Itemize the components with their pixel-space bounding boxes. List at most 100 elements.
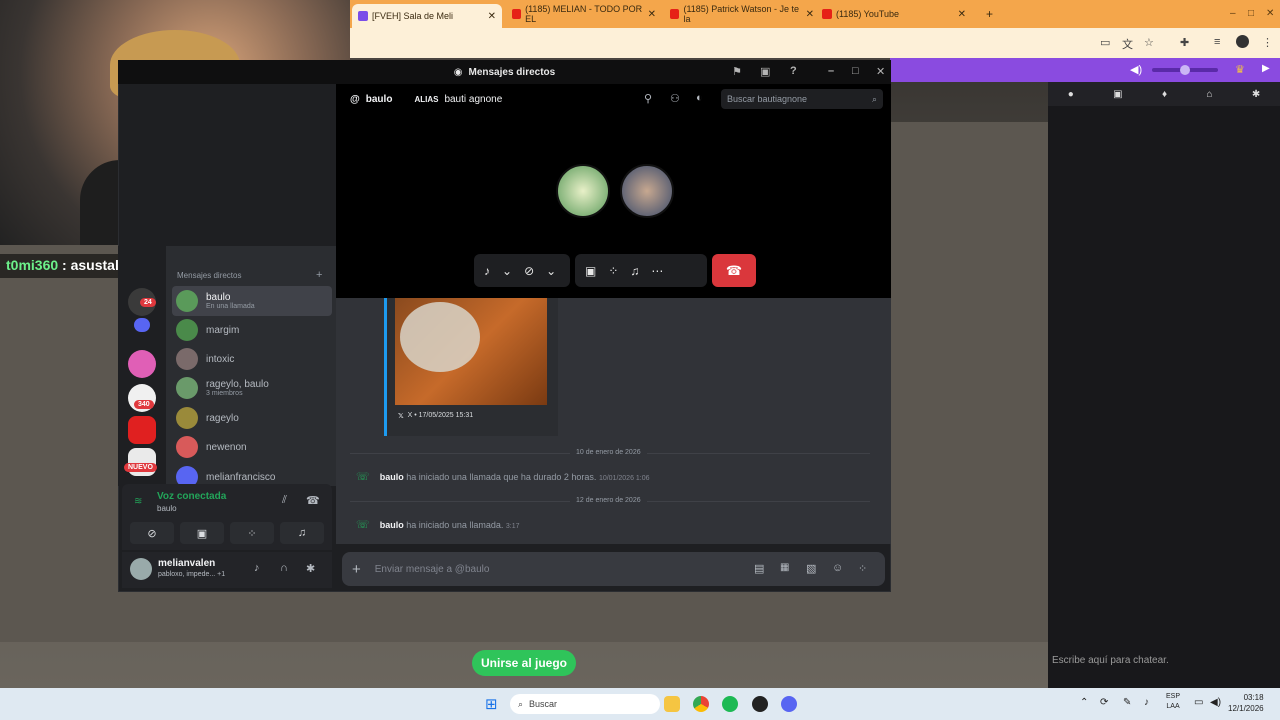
- activities-icon[interactable]: ⁘: [608, 264, 618, 278]
- gif-icon[interactable]: ▦: [780, 562, 789, 573]
- search-icon: ⌕: [518, 698, 524, 709]
- emoji-icon[interactable]: ☺: [832, 562, 843, 574]
- message-composer[interactable]: + Enviar mensaje a @baulo ▤ ▦ ▧ ☺ ⁘: [342, 552, 885, 586]
- add-dm-icon[interactable]: +: [316, 269, 322, 281]
- screenshare-button[interactable]: ▣: [180, 522, 224, 544]
- profile-avatar[interactable]: [1236, 35, 1249, 48]
- message-author[interactable]: baulo: [380, 520, 404, 530]
- message-author[interactable]: baulo: [380, 472, 404, 482]
- tab-melian[interactable]: (1185) MELIAN - TODO POR EL ✕: [506, 4, 662, 24]
- gift-icon[interactable]: ▤: [754, 562, 764, 575]
- extensions-icon[interactable]: ✚: [1180, 36, 1189, 49]
- soundboard-button[interactable]: ♫: [280, 522, 324, 544]
- inbox-icon[interactable]: ⚑: [732, 65, 742, 78]
- profile-icon[interactable]: ◐: [696, 92, 703, 104]
- soundboard-icon[interactable]: ♫: [630, 264, 639, 278]
- dm-item[interactable]: intoxic: [172, 344, 332, 374]
- crown-icon[interactable]: ♛: [1235, 63, 1245, 76]
- sticker-icon[interactable]: ▧: [806, 562, 816, 575]
- taskbar-search[interactable]: ⌕ Buscar: [510, 694, 660, 714]
- tab-patrick-watson[interactable]: (1185) Patrick Watson - Je te la ✕: [664, 4, 820, 24]
- gear-icon[interactable]: ✱: [1252, 89, 1260, 100]
- call-participant-avatar[interactable]: [556, 164, 610, 218]
- add-friend-icon[interactable]: ⚇: [670, 92, 680, 105]
- file-explorer-icon[interactable]: [664, 696, 680, 712]
- clock-date: 12/1/2026: [1228, 704, 1264, 713]
- activities-button[interactable]: ⁘: [230, 522, 274, 544]
- home-icon[interactable]: ⌂: [1206, 89, 1212, 100]
- browser-toolbar: ▭ 文 ☆ ✚ ≡ ⋮: [350, 28, 1280, 58]
- more-icon[interactable]: ⋯: [651, 264, 663, 278]
- close-icon[interactable]: ✕: [806, 9, 814, 20]
- language-indicator[interactable]: ESP LAA: [1166, 692, 1180, 712]
- chat-overlay-user: t0mi360: [6, 257, 59, 273]
- dm-item[interactable]: margim: [172, 315, 332, 345]
- minimize-icon[interactable]: –: [828, 65, 834, 77]
- noise-suppression-icon[interactable]: ⫽: [282, 494, 287, 507]
- spotify-icon[interactable]: [722, 696, 738, 712]
- folder-icon[interactable]: [134, 318, 150, 332]
- pen-icon[interactable]: ✎: [1123, 697, 1131, 708]
- mic-icon[interactable]: ♦: [1162, 89, 1167, 100]
- menu-icon[interactable]: ⋮: [1262, 36, 1273, 49]
- chevron-down-icon[interactable]: ⌄: [502, 264, 512, 278]
- hangup-button[interactable]: ☎: [712, 254, 756, 287]
- volume-icon[interactable]: ◀): [1130, 63, 1142, 76]
- obs-icon[interactable]: [752, 696, 768, 712]
- mic-icon[interactable]: ♪: [1144, 697, 1149, 708]
- gift-icon[interactable]: ▣: [1113, 89, 1122, 100]
- chrome-icon[interactable]: [693, 696, 709, 712]
- apps-icon[interactable]: ⁘: [858, 562, 867, 575]
- dm-item[interactable]: rageylo: [172, 403, 332, 433]
- dm-item[interactable]: newenon: [172, 432, 332, 462]
- headphones-icon[interactable]: ∩: [280, 562, 288, 574]
- close-icon[interactable]: ✕: [876, 65, 885, 78]
- network-icon[interactable]: ▭: [1194, 697, 1203, 708]
- new-tab-button[interactable]: +: [980, 4, 999, 24]
- discord-icon[interactable]: [781, 696, 797, 712]
- chat-input[interactable]: Escribe aquí para chatear.: [1052, 655, 1169, 666]
- server-icon[interactable]: [128, 350, 156, 378]
- media-icon[interactable]: ≡: [1214, 36, 1220, 48]
- embed-source: X • 17/05/2025 15:31: [407, 412, 474, 419]
- screen-icon[interactable]: ▣: [760, 65, 770, 78]
- volume-icon[interactable]: ◀): [1210, 697, 1221, 708]
- mic-icon[interactable]: ♪: [484, 264, 490, 278]
- help-icon[interactable]: ?: [790, 65, 797, 77]
- maximize-icon[interactable]: □: [852, 65, 859, 77]
- tab-youtube[interactable]: (1185) YouTube ✕: [816, 4, 972, 24]
- close-icon[interactable]: ✕: [958, 9, 966, 20]
- close-window-icon[interactable]: ✕: [1266, 8, 1274, 19]
- settings-gear-icon[interactable]: ✱: [306, 562, 315, 575]
- collapse-icon[interactable]: ▶: [1262, 63, 1270, 74]
- cast-icon[interactable]: ▭: [1100, 36, 1110, 49]
- volume-knob[interactable]: [1180, 65, 1190, 75]
- sync-icon[interactable]: ⟳: [1100, 697, 1108, 708]
- tab-sala-de-meli[interactable]: [FVEH] Sala de Meli ✕: [352, 4, 502, 28]
- screenshare-icon[interactable]: ▣: [585, 264, 596, 278]
- dm-item[interactable]: baulo En una llamada: [172, 286, 332, 316]
- mic-icon[interactable]: ♪: [254, 562, 260, 574]
- bookmark-star-icon[interactable]: ☆: [1144, 36, 1154, 49]
- pin-icon[interactable]: ⚲: [644, 92, 652, 105]
- join-game-button[interactable]: Unirse al juego: [472, 650, 576, 676]
- camera-off-icon[interactable]: ⊘: [524, 264, 534, 278]
- server-icon[interactable]: [128, 416, 156, 444]
- chevron-down-icon[interactable]: ⌄: [546, 264, 556, 278]
- translate-icon[interactable]: 文: [1122, 36, 1133, 52]
- clock[interactable]: 03:18 12/1/2026: [1228, 692, 1264, 714]
- video-off-button[interactable]: ⊘: [130, 522, 174, 544]
- minimize-icon[interactable]: –: [1230, 8, 1236, 19]
- close-icon[interactable]: ✕: [488, 11, 496, 22]
- call-participant-avatar[interactable]: [620, 164, 674, 218]
- disconnect-icon[interactable]: ☎: [306, 494, 320, 507]
- search-input[interactable]: Buscar bautiagnone ⌕: [721, 89, 883, 109]
- avatar[interactable]: [130, 558, 152, 580]
- chat-bubble-icon[interactable]: ●: [1068, 89, 1074, 100]
- maximize-icon[interactable]: □: [1248, 8, 1254, 19]
- windows-start-icon[interactable]: ⊞: [485, 695, 498, 713]
- close-icon[interactable]: ✕: [648, 9, 656, 20]
- dm-item[interactable]: rageylo, baulo 3 miembros: [172, 373, 332, 403]
- attach-plus-icon[interactable]: +: [352, 561, 361, 578]
- chevron-up-icon[interactable]: ⌃: [1080, 697, 1088, 708]
